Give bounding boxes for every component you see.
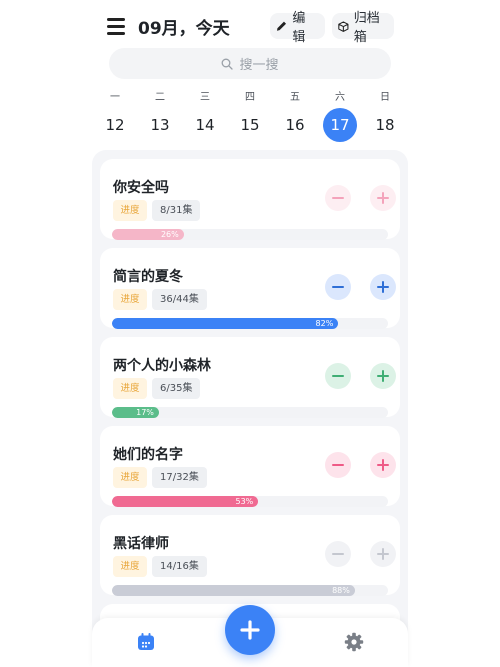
progress-track: 53% [112, 496, 388, 507]
progress-fill: 88% [112, 585, 355, 596]
increment-button[interactable] [370, 185, 396, 211]
progress-fill: 82% [112, 318, 339, 329]
weekday-label: 日 [380, 92, 390, 103]
edit-label: 编辑 [292, 11, 306, 45]
weekday-label: 五 [290, 92, 300, 103]
progress-fill: 17% [112, 407, 159, 418]
weekday-label: 一 [110, 92, 120, 103]
progress-percent: 88% [332, 586, 350, 595]
show-title: 简言的夏冬 [113, 269, 183, 285]
menu-icon[interactable] [107, 18, 125, 35]
progress-fill: 26% [112, 229, 184, 240]
show-card[interactable]: 黑话律师 进度 14/16集 88% [100, 515, 400, 596]
minus-icon [332, 553, 344, 555]
progress-track: 17% [112, 407, 388, 418]
progress-tag: 进度 [113, 378, 147, 399]
day-row: 12 13 14 15 16 17 18 [92, 108, 408, 144]
weekday-label: 四 [245, 92, 255, 103]
show-title: 你安全吗 [113, 180, 169, 196]
day-cell[interactable]: 13 [143, 108, 177, 142]
pencil-icon [276, 21, 287, 31]
add-button[interactable] [225, 605, 275, 655]
minus-icon [332, 464, 344, 466]
increment-button[interactable] [370, 452, 396, 478]
header: 09月，今天 编辑 归档箱 [0, 0, 500, 52]
progress-tag: 进度 [113, 200, 147, 221]
show-card[interactable]: 你安全吗 进度 8/31集 26% [100, 159, 400, 240]
plus-icon [377, 370, 389, 382]
increment-button[interactable] [370, 274, 396, 300]
show-card[interactable]: 她们的名字 进度 17/32集 53% [100, 426, 400, 507]
search-placeholder: 搜一搜 [239, 58, 279, 73]
episode-count: 8/31集 [152, 200, 201, 221]
increment-button[interactable] [370, 541, 396, 567]
show-card[interactable]: 两个人的小森林 进度 6/35集 17% [100, 337, 400, 418]
show-card[interactable]: 简言的夏冬 进度 36/44集 82% [100, 248, 400, 329]
progress-percent: 17% [136, 408, 154, 417]
episode-count: 36/44集 [152, 289, 207, 310]
plus-icon [377, 459, 389, 471]
progress-track: 26% [112, 229, 388, 240]
decrement-button[interactable] [325, 363, 351, 389]
episode-count: 6/35集 [152, 378, 201, 399]
weekday-label: 二 [155, 92, 165, 103]
archive-label: 归档箱 [353, 11, 380, 45]
weekday-row: 一 二 三 四 五 六 日 [92, 88, 408, 104]
day-cell[interactable]: 18 [368, 108, 402, 142]
search-input[interactable]: 搜一搜 [109, 48, 391, 79]
progress-fill: 53% [112, 496, 259, 507]
plus-icon [377, 548, 389, 560]
episode-count: 14/16集 [152, 556, 207, 577]
minus-icon [332, 375, 344, 377]
plus-icon [377, 281, 389, 293]
increment-button[interactable] [370, 363, 396, 389]
plus-icon [240, 620, 260, 640]
decrement-button[interactable] [325, 541, 351, 567]
weekday-label: 三 [200, 92, 210, 103]
minus-icon [332, 286, 344, 288]
minus-icon [332, 197, 344, 199]
progress-percent: 53% [235, 497, 254, 506]
decrement-button[interactable] [325, 452, 351, 478]
decrement-button[interactable] [325, 274, 351, 300]
box-icon [338, 20, 349, 32]
archive-button[interactable]: 归档箱 [332, 11, 394, 45]
progress-percent: 26% [160, 230, 179, 239]
search-icon [222, 58, 234, 70]
progress-track: 82% [112, 318, 388, 329]
progress-tag: 进度 [113, 289, 147, 310]
edit-button[interactable]: 编辑 [270, 11, 325, 45]
show-title: 她们的名字 [113, 447, 183, 463]
progress-track: 88% [112, 585, 388, 596]
day-cell[interactable]: 14 [188, 108, 222, 142]
page-title: 09月，今天 [138, 19, 230, 39]
weekday-label: 六 [335, 92, 345, 103]
show-title: 黑话律师 [113, 536, 169, 552]
episode-count: 17/32集 [152, 467, 207, 488]
day-cell[interactable]: 12 [98, 108, 132, 142]
gear-icon[interactable] [344, 632, 364, 652]
progress-tag: 进度 [113, 467, 147, 488]
progress-percent: 82% [315, 319, 334, 328]
progress-tag: 进度 [113, 556, 147, 577]
day-cell[interactable]: 16 [278, 108, 312, 142]
decrement-button[interactable] [325, 185, 351, 211]
show-title: 两个人的小森林 [113, 358, 211, 374]
day-cell-selected[interactable]: 17 [323, 108, 357, 142]
calendar-icon[interactable] [136, 632, 156, 652]
plus-icon [377, 192, 389, 204]
show-list: 你安全吗 进度 8/31集 26% 简言的夏冬 进度 36/44集 82% 两个… [92, 150, 408, 667]
day-cell[interactable]: 15 [233, 108, 267, 142]
